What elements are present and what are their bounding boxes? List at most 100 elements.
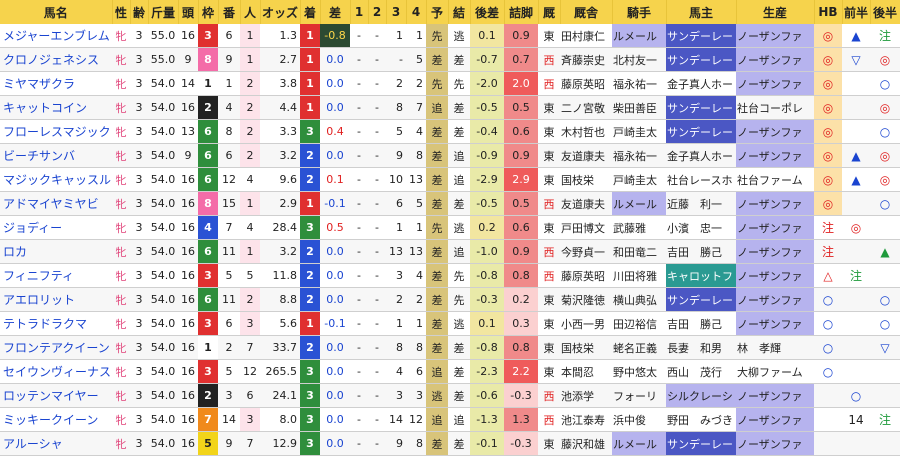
horse-name-link[interactable]: ロカ — [0, 239, 112, 264]
trainer-cell[interactable]: 池江泰寿 — [560, 407, 612, 432]
trainer-cell[interactable]: 二ノ宮敬 — [560, 95, 612, 120]
jockey-cell[interactable]: 柴田善臣 — [612, 95, 666, 120]
table-row[interactable]: ロカ牝 3 54.0 16 6 11 1 3.2 2 0.0- -13 13 差追 -1.0 0.9 西今野貞… — [0, 239, 900, 264]
horse-name-link[interactable]: ミッキークイーン — [0, 407, 112, 432]
trainer-cell[interactable]: 斉藤崇史 — [560, 47, 612, 72]
column-header[interactable]: 枠 — [198, 0, 219, 24]
horse-name-link[interactable]: メジャーエンブレム — [0, 24, 112, 48]
farm-cell[interactable]: ノーザンファ — [736, 407, 814, 432]
trainer-cell[interactable]: 戸田博文 — [560, 215, 612, 240]
column-header[interactable]: 4 — [406, 0, 427, 24]
farm-cell[interactable]: ノーザンファ — [736, 287, 814, 312]
owner-cell[interactable]: キャロットフ — [666, 263, 736, 288]
table-row[interactable]: アエロリット牝 3 54.0 16 6 11 2 8.8 2 0.0- -2 2 差先 -0.3 0.2 東菊… — [0, 287, 900, 312]
trainer-cell[interactable]: 友道康夫 — [560, 191, 612, 216]
trainer-cell[interactable]: 国枝栄 — [560, 167, 612, 192]
column-header[interactable]: 番 — [218, 0, 241, 24]
horse-name-link[interactable]: フロンテアクイーン — [0, 335, 112, 360]
column-header[interactable]: 3 — [386, 0, 407, 24]
farm-cell[interactable]: ノーザンファ — [736, 71, 814, 96]
table-row[interactable]: マジックキャッスル牝 3 54.0 16 6 12 4 9.6 2 0.1- -10 13 差追 -2.9… — [0, 167, 900, 192]
column-header[interactable]: 斤量 — [148, 0, 179, 24]
column-header[interactable]: 着 — [300, 0, 321, 24]
column-header[interactable]: 1 — [350, 0, 369, 24]
column-header[interactable]: 生産 — [736, 0, 815, 24]
jockey-cell[interactable]: 蛯名正義 — [612, 335, 666, 360]
column-header[interactable]: 人 — [240, 0, 261, 24]
farm-cell[interactable]: ノーザンファ — [736, 239, 814, 264]
farm-cell[interactable]: 林 孝輝 — [736, 335, 814, 360]
trainer-cell[interactable]: 藤原英昭 — [560, 71, 612, 96]
horse-name-link[interactable]: セイウンヴィーナス — [0, 359, 112, 384]
column-header[interactable]: オッズ — [260, 0, 301, 24]
table-row[interactable]: ビーチサンバ牝 3 54.0 9 6 6 2 3.2 2 0.0- -9 8 差追 -0.9 0.9 東友道康… — [0, 143, 900, 168]
owner-cell[interactable]: 野田 みづき — [666, 407, 736, 432]
trainer-cell[interactable]: 田村康仁 — [560, 24, 612, 48]
farm-cell[interactable]: ノーザンファ — [736, 143, 814, 168]
owner-cell[interactable]: サンデーレー — [666, 119, 736, 144]
column-header[interactable]: 予 — [426, 0, 449, 24]
jockey-cell[interactable]: 浜中俊 — [612, 407, 666, 432]
jockey-cell[interactable]: 戸崎圭太 — [612, 119, 666, 144]
owner-cell[interactable]: 吉田 勝己 — [666, 239, 736, 264]
horse-name-link[interactable]: フローレスマジック — [0, 119, 112, 144]
jockey-cell[interactable]: 福永祐一 — [612, 71, 666, 96]
table-row[interactable]: フローレスマジック牝 3 54.0 13 6 8 2 3.3 3 0.4- -5 4 差差 -0.4 0.6… — [0, 119, 900, 144]
table-row[interactable]: フロンテアクイーン牝 3 54.0 16 1 2 7 33.7 2 0.0- -8 8 差差 -0.8 0.… — [0, 335, 900, 360]
column-header[interactable]: 騎手 — [612, 0, 667, 24]
horse-name-link[interactable]: フィニフティ — [0, 263, 112, 288]
column-header[interactable]: 後半 — [870, 0, 900, 24]
column-header[interactable]: 性 — [112, 0, 131, 24]
jockey-cell[interactable]: 川田将雅 — [612, 263, 666, 288]
jockey-cell[interactable]: 福永祐一 — [612, 143, 666, 168]
jockey-cell[interactable]: 野中悠太 — [612, 359, 666, 384]
jockey-cell[interactable]: フォーリ — [612, 383, 666, 408]
owner-cell[interactable]: シルクレーシ — [666, 383, 736, 408]
column-header[interactable]: 2 — [368, 0, 387, 24]
column-header[interactable]: 前半 — [842, 0, 871, 24]
table-row[interactable]: ミッキークイーン牝 3 54.0 16 7 14 3 8.0 3 0.0- -14 12 追追 -1.3 1… — [0, 407, 900, 432]
horse-name-link[interactable]: クロノジェネシス — [0, 47, 112, 72]
jockey-cell[interactable]: 横山典弘 — [612, 287, 666, 312]
horse-name-link[interactable]: キャットコイン — [0, 95, 112, 120]
jockey-cell[interactable]: ルメール — [612, 24, 666, 48]
table-row[interactable]: ジョディー牝 3 54.0 16 4 7 4 28.4 3 0.5- -1 1 先逃 0.2 0.6 東戸田博… — [0, 215, 900, 240]
jockey-cell[interactable]: 武藤雅 — [612, 215, 666, 240]
owner-cell[interactable]: サンデーレー — [666, 24, 736, 48]
farm-cell[interactable]: 社台ファーム — [736, 167, 814, 192]
table-row[interactable]: アドマイヤミヤビ牝 3 54.0 16 8 15 1 2.9 1 -0.1- -6 5 差差 -0.5 0.… — [0, 191, 900, 216]
farm-cell[interactable]: ノーザンファ — [736, 119, 814, 144]
trainer-cell[interactable]: 木村哲也 — [560, 119, 612, 144]
farm-cell[interactable]: 社台コーポレ — [736, 95, 814, 120]
trainer-cell[interactable]: 菊沢隆徳 — [560, 287, 612, 312]
owner-cell[interactable]: 金子真人ホー — [666, 71, 736, 96]
table-row[interactable]: メジャーエンブレム牝 3 55.0 16 3 6 1 1.3 1 -0.8- -1 1 先逃 0.1 0.9… — [0, 24, 900, 48]
farm-cell[interactable]: ノーザンファ — [736, 383, 814, 408]
owner-cell[interactable]: 小濱 忠一 — [666, 215, 736, 240]
column-header[interactable]: 厩舎 — [560, 0, 613, 24]
owner-cell[interactable]: 社台レースホ — [666, 167, 736, 192]
horse-name-link[interactable]: ビーチサンバ — [0, 143, 112, 168]
table-row[interactable]: クロノジェネシス牝 3 55.0 9 8 9 1 2.7 1 0.0- - -5 差差 -0.7 0.7 西斉… — [0, 47, 900, 72]
jockey-cell[interactable]: 北村友一 — [612, 47, 666, 72]
jockey-cell[interactable]: 田辺裕信 — [612, 311, 666, 336]
horse-name-link[interactable]: ロッテンマイヤー — [0, 383, 112, 408]
owner-cell[interactable]: サンデーレー — [666, 287, 736, 312]
farm-cell[interactable]: ノーザンファ — [736, 47, 814, 72]
owner-cell[interactable]: 金子真人ホー — [666, 143, 736, 168]
jockey-cell[interactable]: 戸崎圭太 — [612, 167, 666, 192]
jockey-cell[interactable]: 和田竜二 — [612, 239, 666, 264]
column-header[interactable]: 厩 — [538, 0, 561, 24]
trainer-cell[interactable]: 池添学 — [560, 383, 612, 408]
column-header[interactable]: 馬名 — [0, 0, 113, 24]
farm-cell[interactable]: ノーザンファ — [736, 215, 814, 240]
table-row[interactable]: ミヤマザクラ牝 3 54.0 14 1 1 2 3.8 1 0.0- -2 2 先先 -2.0 2.0 西藤原… — [0, 71, 900, 96]
table-row[interactable]: フィニフティ牝 3 54.0 16 3 5 5 11.8 2 0.0- -3 4 差先 -0.8 0.8 西藤… — [0, 263, 900, 288]
table-row[interactable]: キャットコイン牝 3 54.0 16 2 4 2 4.4 1 0.0- -8 7 追差 -0.5 0.5 東二… — [0, 95, 900, 120]
trainer-cell[interactable]: 小西一男 — [560, 311, 612, 336]
horse-name-link[interactable]: マジックキャッスル — [0, 167, 112, 192]
trainer-cell[interactable]: 今野貞一 — [560, 239, 612, 264]
column-header[interactable]: 齢 — [130, 0, 149, 24]
farm-cell[interactable]: ノーザンファ — [736, 191, 814, 216]
column-header[interactable]: 馬主 — [666, 0, 737, 24]
